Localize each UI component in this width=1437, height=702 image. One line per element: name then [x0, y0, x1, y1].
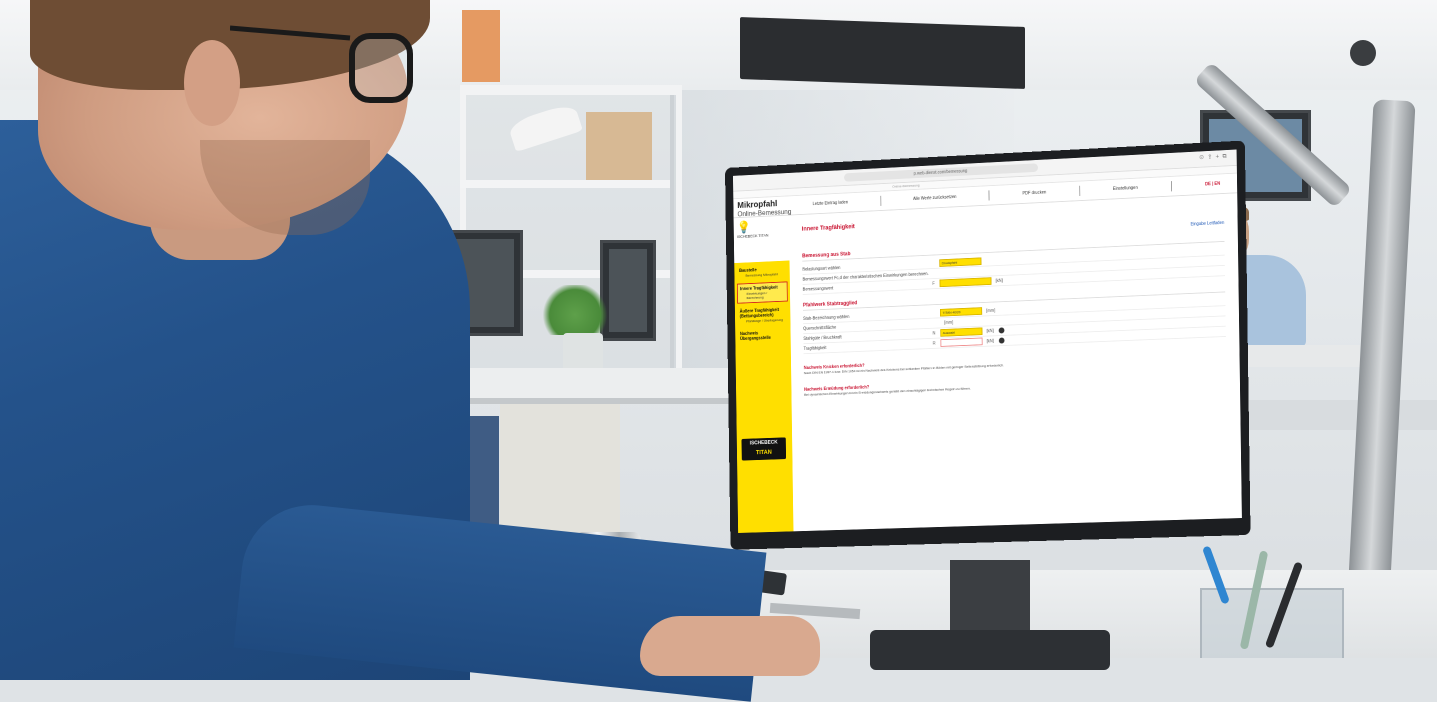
sidebar-item-transition[interactable]: Nachweis Übergangsstelle [738, 327, 789, 344]
field-unit: [mm] [944, 319, 954, 326]
nav-divider [1078, 185, 1080, 196]
steel-grade-select[interactable]: Auswahl [940, 327, 983, 337]
sidebar-item-site[interactable]: Baustelle Bemessung Mikropfahl [737, 264, 788, 280]
field-unit: [kN] [995, 277, 1003, 284]
nav-reset[interactable]: Alle Werte zurücksetzen [913, 195, 957, 202]
sidebar-item-sub: Bemessung Mikropfahl [745, 271, 778, 278]
sidebar-product: ISCHEBECK TITAN [736, 233, 769, 239]
sidebar-item-inner-capacity[interactable]: Innere Tragfähigkeit Einwirkungen / Bere… [736, 281, 788, 304]
field-unit: [mm] [986, 307, 996, 314]
sidebar: 💡 ISCHEBECK TITAN Baustelle Bemessung Mi… [733, 215, 794, 533]
design-value-input[interactable] [939, 277, 992, 288]
glasses-icon [230, 25, 413, 103]
bar-type-select[interactable]: TITAN 40/20 [939, 307, 983, 317]
sidebar-item-sub: Pfahllänge / Überlagerung [746, 317, 783, 324]
sidebar-header: 💡 ISCHEBECK TITAN [733, 215, 790, 264]
field-symbol [898, 263, 939, 265]
info-icon[interactable] [998, 337, 1005, 344]
field-symbol: F [932, 281, 935, 287]
nav-settings[interactable]: Einstellungen [1113, 185, 1138, 191]
field-unit: [kN] [986, 338, 994, 344]
sidebar-item-sub: Einwirkungen / Berechnung [746, 290, 768, 300]
field-label: Bemessungswert [802, 285, 834, 293]
nav-load-last[interactable]: Letzte Eintrag laden [813, 200, 849, 207]
field-symbol [899, 313, 940, 315]
main-content: Innere Tragfähigkeit Eingabe Leitfaden B… [789, 193, 1242, 533]
field-unit: [kN] [986, 328, 994, 334]
field-symbol: N [932, 330, 936, 336]
app-logo: Mikropfahl Online-Bemessung [733, 196, 796, 218]
language-switch[interactable]: DE | EN [1205, 181, 1220, 187]
nav-divider [879, 195, 881, 206]
load-type-select[interactable]: Druckpfahl [939, 257, 982, 267]
monitor-screen: p.web-dienst.com/bemessung ⊙⇪+⧉ Online-B… [732, 149, 1242, 533]
field-symbol: R [932, 340, 936, 346]
brand-line2: TITAN [755, 449, 772, 456]
monitor-frame: p.web-dienst.com/bemessung ⊙⇪+⧉ Online-B… [725, 140, 1251, 550]
nav-divider [988, 190, 990, 201]
nav-divider [1170, 181, 1172, 192]
lightbulb-icon: 💡 [736, 219, 751, 234]
info-icon[interactable] [998, 327, 1005, 334]
field-symbol [899, 323, 940, 325]
app-body: 💡 ISCHEBECK TITAN Baustelle Bemessung Mi… [733, 193, 1242, 533]
sidebar-item-title: Nachweis Übergangsstelle [739, 331, 771, 342]
field-label: Tragfähigkeit [803, 345, 827, 352]
nav-print-pdf[interactable]: PDF drucken [1022, 190, 1046, 196]
brand-logo: ISCHEBECK TITAN [741, 437, 787, 461]
capacity-output [940, 337, 983, 347]
browser-icons[interactable]: ⊙⇪+⧉ [1199, 152, 1230, 161]
person-hand [640, 616, 820, 676]
sidebar-item-outer-capacity[interactable]: Äußere Tragfähigkeit (Bettungsbereich) P… [737, 305, 788, 326]
